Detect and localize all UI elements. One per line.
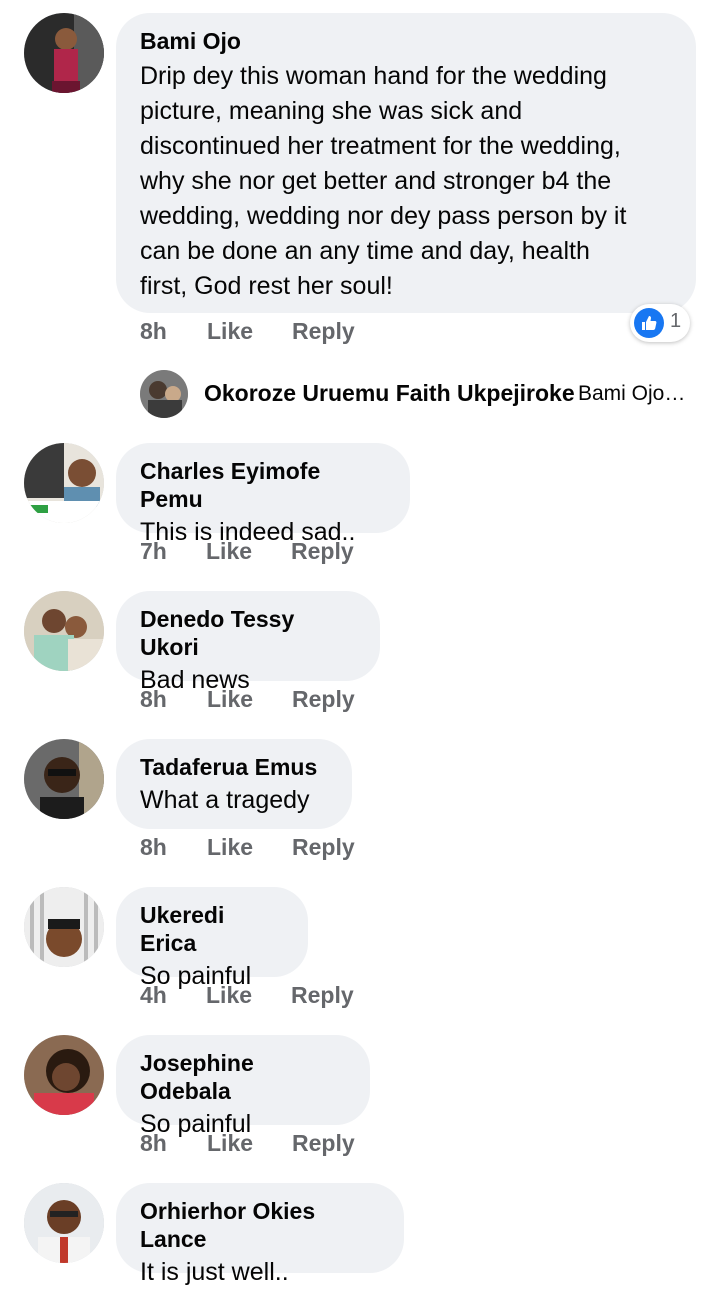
comment-author[interactable]: Tadaferua Emus xyxy=(140,753,328,781)
comment-bubble: Tadaferua Emus What a tragedy xyxy=(116,739,352,829)
reply-button[interactable]: Reply xyxy=(292,318,355,345)
reply-button[interactable]: Reply xyxy=(292,834,355,861)
comment-bubble: Ukeredi Erica So painful xyxy=(116,887,308,990)
comment-author[interactable]: Charles Eyimofe Pemu xyxy=(140,457,386,513)
reply-button[interactable]: Reply xyxy=(291,538,354,565)
comment-author[interactable]: Ukeredi Erica xyxy=(140,901,284,957)
comment-bubble: Orhierhor Okies Lance It is just well.. xyxy=(116,1183,404,1286)
avatar[interactable] xyxy=(24,591,104,671)
avatar[interactable] xyxy=(24,1183,104,1263)
like-button[interactable]: Like xyxy=(207,1130,253,1157)
comment-bubble: Denedo Tessy Ukori Bad news xyxy=(116,591,380,694)
thumbs-up-icon xyxy=(634,308,664,338)
comment-time[interactable]: 8h xyxy=(140,686,167,713)
comment-bubble: Charles Eyimofe Pemu This is indeed sad.… xyxy=(116,443,410,546)
comment-time[interactable]: 8h xyxy=(140,318,167,345)
reply-preview-text: Bami Ojo… xyxy=(578,382,686,405)
reply-button[interactable]: Reply xyxy=(292,686,355,713)
reply-button[interactable]: Reply xyxy=(292,1130,355,1157)
comment-bubble: Josephine Odebala So painful xyxy=(116,1035,370,1138)
avatar[interactable] xyxy=(24,887,104,967)
like-button[interactable]: Like xyxy=(206,538,252,565)
comment-author[interactable]: Bami Ojo xyxy=(140,27,672,55)
avatar[interactable] xyxy=(24,1035,104,1115)
comment-text: What a tragedy xyxy=(140,786,310,814)
comment-text: It is just well.. xyxy=(140,1258,289,1286)
comment-author[interactable]: Denedo Tessy Ukori xyxy=(140,605,356,661)
avatar[interactable] xyxy=(24,13,104,93)
reply-button[interactable]: Reply xyxy=(291,982,354,1009)
like-button[interactable]: Like xyxy=(207,686,253,713)
avatar[interactable] xyxy=(140,370,188,418)
reaction-number: 1 xyxy=(670,310,682,332)
comment-time[interactable]: 4h xyxy=(140,982,167,1009)
like-button[interactable]: Like xyxy=(207,834,253,861)
reply-author[interactable]: Okoroze Uruemu Faith Ukpejiroke xyxy=(204,380,575,407)
comment-time[interactable]: 7h xyxy=(140,538,167,565)
avatar[interactable] xyxy=(24,739,104,819)
comment-author[interactable]: Josephine Odebala xyxy=(140,1049,346,1105)
comment-author[interactable]: Orhierhor Okies Lance xyxy=(140,1197,380,1253)
comment-time[interactable]: 8h xyxy=(140,834,167,861)
comment-time[interactable]: 8h xyxy=(140,1130,167,1157)
comment-text: Drip dey this woman hand for the wedding… xyxy=(140,62,627,300)
like-button[interactable]: Like xyxy=(206,982,252,1009)
avatar[interactable] xyxy=(24,443,104,523)
reaction-count[interactable]: 1 xyxy=(630,304,690,342)
like-button[interactable]: Like xyxy=(207,318,253,345)
comment-bubble: Bami Ojo Drip dey this woman hand for th… xyxy=(116,13,696,313)
reply-preview-row[interactable]: Okoroze Uruemu Faith Ukpejiroke Bami Ojo… xyxy=(140,370,710,418)
